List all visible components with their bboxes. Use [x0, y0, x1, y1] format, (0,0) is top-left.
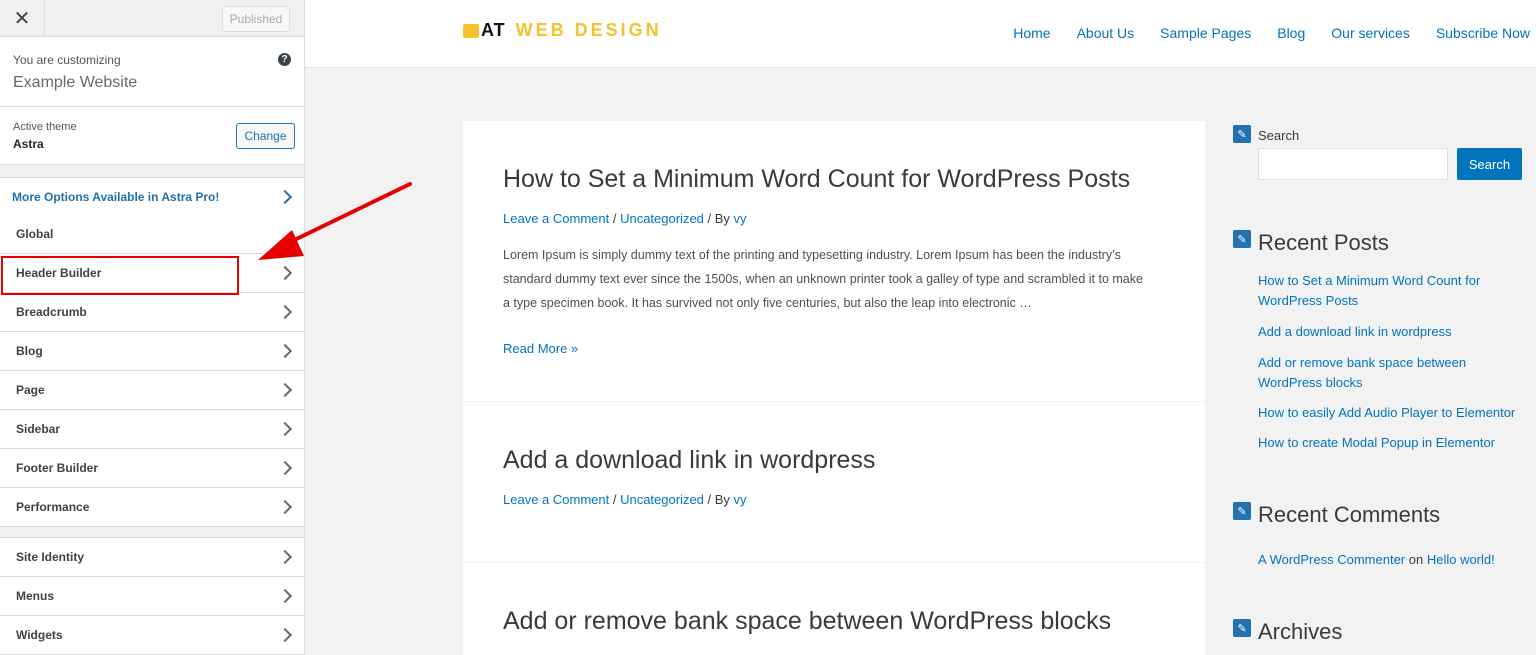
search-button[interactable]: Search	[1457, 148, 1522, 180]
change-theme-button[interactable]: Change	[236, 123, 295, 149]
menu-item-label: Widgets	[16, 628, 63, 642]
site-logo[interactable]: AT WEB DESIGN	[463, 20, 662, 41]
menu-item-sidebar[interactable]: Sidebar	[0, 410, 304, 449]
nav-link-home[interactable]: Home	[1013, 25, 1050, 41]
active-theme-label: Active theme	[13, 121, 77, 133]
comment-link[interactable]: Leave a Comment	[503, 211, 609, 226]
menu-item-page[interactable]: Page	[0, 371, 304, 410]
site-header: AT WEB DESIGN Home About Us Sample Pages…	[305, 0, 1536, 68]
published-button[interactable]: Published	[222, 6, 290, 32]
author-link[interactable]: vy	[734, 211, 747, 226]
post-meta: Leave a Comment / Uncategorized / By vy	[503, 211, 747, 226]
chevron-right-icon	[277, 460, 293, 476]
comment-on-text: on	[1405, 552, 1427, 567]
chevron-right-icon	[277, 627, 293, 643]
category-link[interactable]: Uncategorized	[620, 492, 704, 507]
chevron-right-icon	[277, 588, 293, 604]
recent-comment: A WordPress Commenter on Hello world!	[1258, 550, 1528, 570]
post-card: Add a download link in wordpress Leave a…	[463, 402, 1205, 562]
logo-mark-icon	[463, 23, 479, 38]
site-name: Example Website	[13, 74, 138, 91]
menu-item-site-identity[interactable]: Site Identity	[0, 538, 304, 577]
chevron-right-icon	[277, 343, 293, 359]
search-input[interactable]	[1258, 148, 1448, 180]
menu-item-blog[interactable]: Blog	[0, 332, 304, 371]
post-meta: Leave a Comment / Uncategorized / By vy	[503, 492, 747, 507]
recent-post-link[interactable]: How to easily Add Audio Player to Elemen…	[1258, 403, 1528, 423]
comment-link[interactable]: Leave a Comment	[503, 492, 609, 507]
chevron-right-icon	[277, 421, 293, 437]
meta-separator: /	[609, 211, 621, 226]
help-icon[interactable]: ?	[278, 53, 291, 66]
theme-name: Astra	[13, 137, 44, 151]
meta-separator: /	[609, 492, 621, 507]
logo-text-web-design: WEB DESIGN	[515, 20, 662, 40]
post-excerpt: Lorem Ipsum is simply dummy text of the …	[503, 248, 1143, 310]
active-theme-section: Active theme Astra Change	[0, 107, 304, 165]
post-title[interactable]: Add a download link in wordpress	[503, 446, 875, 475]
menu-item-footer-builder[interactable]: Footer Builder	[0, 449, 304, 488]
menu-item-label: Menus	[16, 589, 55, 603]
customizer-header: ✕ Published	[0, 0, 304, 37]
recent-post-link[interactable]: How to create Modal Popup in Elementor	[1258, 433, 1528, 453]
logo-text-at: AT	[481, 20, 506, 40]
recent-post-link[interactable]: Add or remove bank space between WordPre…	[1258, 353, 1528, 393]
customizing-info: You are customizing Example Website ?	[0, 37, 304, 107]
menu-item-breadcrumb[interactable]: Breadcrumb	[0, 293, 304, 332]
menu-item-label: Footer Builder	[16, 461, 99, 475]
nav-link-about-us[interactable]: About Us	[1077, 25, 1135, 41]
meta-by: / By	[703, 211, 734, 226]
menu-item-label: Page	[16, 383, 45, 397]
recent-posts-title: Recent Posts	[1258, 230, 1389, 255]
read-more-link[interactable]: Read More »	[503, 341, 578, 356]
menu-item-label: Global	[16, 227, 54, 241]
author-link[interactable]: vy	[734, 492, 747, 507]
menu-item-label: Blog	[16, 344, 43, 358]
recent-post-link[interactable]: How to Set a Minimum Word Count for Word…	[1258, 271, 1528, 311]
comment-post-link[interactable]: Hello world!	[1427, 552, 1495, 567]
nav-link-our-services[interactable]: Our services	[1331, 25, 1410, 41]
customizing-label: You are customizing	[13, 53, 121, 67]
chevron-right-icon	[277, 549, 293, 565]
annotation-arrow-icon	[258, 182, 412, 260]
post-card: How to Set a Minimum Word Count for Word…	[463, 121, 1205, 401]
nav-link-blog[interactable]: Blog	[1277, 25, 1305, 41]
post-title[interactable]: Add or remove bank space between WordPre…	[503, 607, 1111, 636]
promo-label: More Options Available in Astra Pro!	[12, 190, 220, 204]
search-label: Search	[1258, 128, 1300, 143]
nav-link-subscribe-now[interactable]: Subscribe Now	[1436, 25, 1530, 41]
widget-edit-icon[interactable]: ✎	[1233, 230, 1251, 248]
nav-link-sample-pages[interactable]: Sample Pages	[1160, 25, 1251, 41]
customizer-menu-secondary: Site Identity Menus Widgets	[0, 537, 304, 655]
widget-edit-icon[interactable]: ✎	[1233, 502, 1251, 520]
header-builder-highlight-box	[1, 256, 239, 295]
comment-author-link[interactable]: A WordPress Commenter	[1258, 552, 1405, 567]
customizer-panel: ✕ Published You are customizing Example …	[0, 0, 305, 655]
widget-edit-icon[interactable]: ✎	[1233, 125, 1251, 143]
recent-comments-title: Recent Comments	[1258, 502, 1441, 527]
post-title[interactable]: How to Set a Minimum Word Count for Word…	[503, 165, 1130, 194]
chevron-right-icon	[277, 382, 293, 398]
meta-by: / By	[703, 492, 734, 507]
chevron-right-icon	[277, 304, 293, 320]
menu-item-label: Performance	[16, 500, 90, 514]
menu-item-label: Sidebar	[16, 422, 61, 436]
menu-item-label: Site Identity	[16, 550, 85, 564]
close-icon: ✕	[13, 7, 31, 30]
category-link[interactable]: Uncategorized	[620, 211, 704, 226]
close-customizer-button[interactable]: ✕	[0, 0, 45, 36]
chevron-right-icon	[277, 499, 293, 515]
widget-edit-icon[interactable]: ✎	[1233, 619, 1251, 637]
recent-post-link[interactable]: Add a download link in wordpress	[1258, 322, 1528, 342]
menu-item-label: Breadcrumb	[16, 305, 87, 319]
menu-item-menus[interactable]: Menus	[0, 577, 304, 616]
menu-item-widgets[interactable]: Widgets	[0, 616, 304, 655]
archives-title: Archives	[1258, 619, 1343, 644]
post-card: Add or remove bank space between WordPre…	[463, 563, 1205, 655]
menu-item-performance[interactable]: Performance	[0, 488, 304, 527]
primary-nav: Home About Us Sample Pages Blog Our serv…	[1013, 25, 1536, 41]
